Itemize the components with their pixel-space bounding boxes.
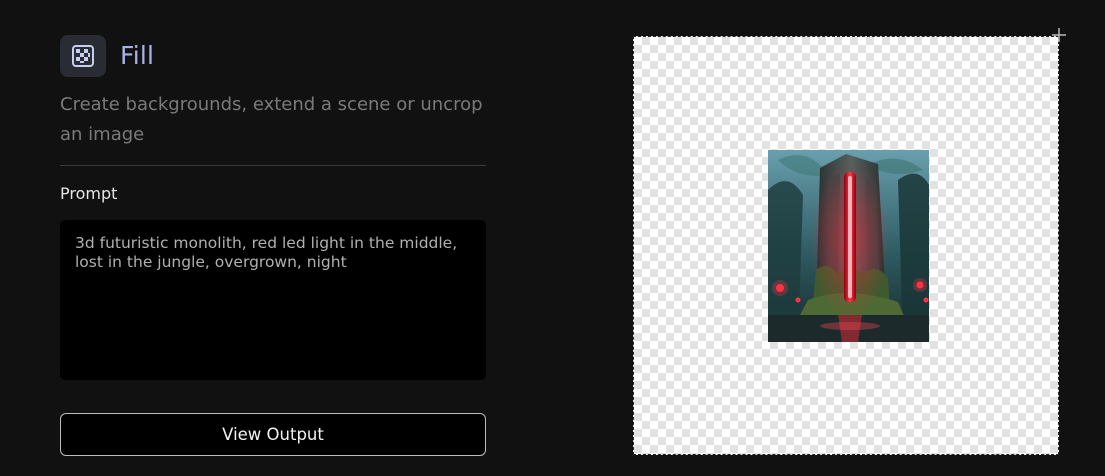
- section-divider: [60, 165, 486, 166]
- prompt-textarea[interactable]: 3d futuristic monolith, red led light in…: [60, 220, 486, 380]
- prompt-text: 3d futuristic monolith, red led light in…: [75, 234, 458, 271]
- checker-grid-icon: [72, 45, 94, 67]
- fill-tool-page: Fill Create backgrounds, extend a scene …: [0, 0, 1105, 476]
- tool-title: Fill: [120, 41, 155, 70]
- view-output-button[interactable]: View Output: [60, 413, 486, 456]
- tool-description: Create backgrounds, extend a scene or un…: [60, 94, 483, 145]
- fill-tool-icon-box: [60, 35, 106, 77]
- jungle-monolith-image[interactable]: [768, 150, 929, 342]
- prompt-label: Prompt: [60, 184, 118, 203]
- resize-handle-icon[interactable]: [1052, 28, 1066, 42]
